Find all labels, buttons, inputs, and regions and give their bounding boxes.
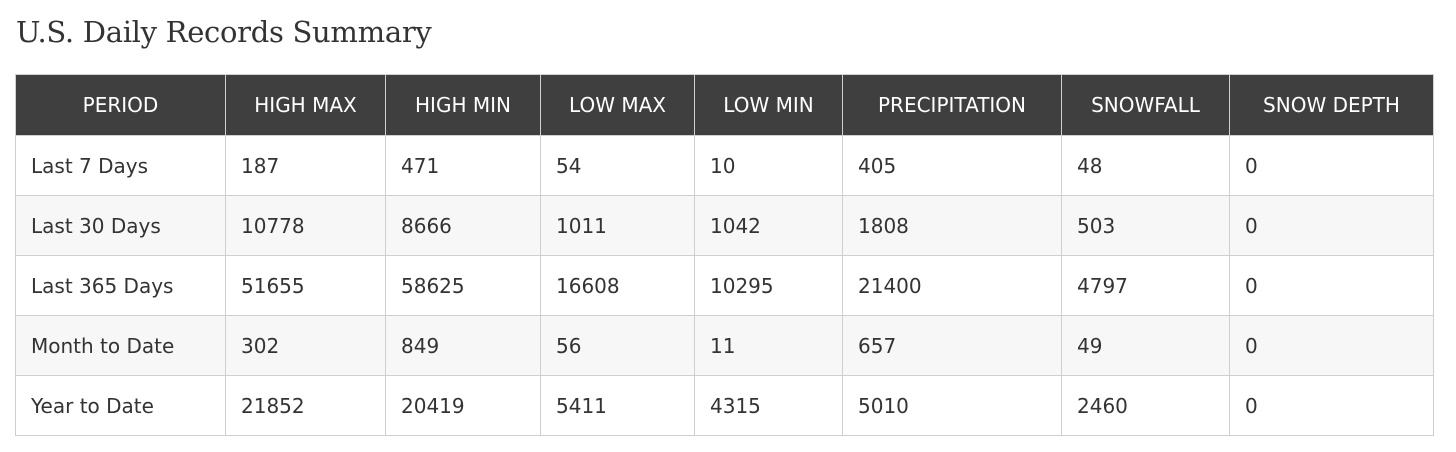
cell-snow-depth: 0 bbox=[1229, 135, 1434, 196]
cell-high-min: 471 bbox=[385, 135, 541, 196]
column-header-precipitation: PRECIPITATION bbox=[842, 74, 1062, 136]
cell-snow-depth: 0 bbox=[1229, 255, 1434, 316]
table-row: Last 365 Days 51655 58625 16608 10295 21… bbox=[15, 255, 1434, 316]
cell-low-min: 10295 bbox=[694, 255, 843, 316]
cell-low-max: 56 bbox=[540, 315, 695, 376]
cell-snowfall: 4797 bbox=[1061, 255, 1230, 316]
cell-snowfall: 49 bbox=[1061, 315, 1230, 376]
cell-precipitation: 1808 bbox=[842, 195, 1062, 256]
cell-precipitation: 5010 bbox=[842, 375, 1062, 436]
cell-snowfall: 503 bbox=[1061, 195, 1230, 256]
cell-period: Year to Date bbox=[15, 375, 226, 436]
cell-low-max: 1011 bbox=[540, 195, 695, 256]
table-row: Month to Date 302 849 56 11 657 49 0 bbox=[15, 315, 1434, 376]
cell-period: Last 365 Days bbox=[15, 255, 226, 316]
cell-low-min: 10 bbox=[694, 135, 843, 196]
cell-low-min: 4315 bbox=[694, 375, 843, 436]
table-row: Year to Date 21852 20419 5411 4315 5010 … bbox=[15, 375, 1434, 436]
cell-precipitation: 405 bbox=[842, 135, 1062, 196]
cell-precipitation: 21400 bbox=[842, 255, 1062, 316]
cell-low-min: 1042 bbox=[694, 195, 843, 256]
column-header-snowfall: SNOWFALL bbox=[1061, 74, 1230, 136]
cell-snowfall: 48 bbox=[1061, 135, 1230, 196]
cell-period: Month to Date bbox=[15, 315, 226, 376]
cell-snowfall: 2460 bbox=[1061, 375, 1230, 436]
column-header-low-min: LOW MIN bbox=[694, 74, 843, 136]
page-title: U.S. Daily Records Summary bbox=[16, 15, 432, 49]
cell-precipitation: 657 bbox=[842, 315, 1062, 376]
cell-high-min: 58625 bbox=[385, 255, 541, 316]
cell-high-max: 10778 bbox=[225, 195, 386, 256]
table-row: Last 30 Days 10778 8666 1011 1042 1808 5… bbox=[15, 195, 1434, 256]
column-header-period: PERIOD bbox=[15, 74, 226, 136]
cell-high-min: 849 bbox=[385, 315, 541, 376]
records-summary-table: PERIOD HIGH MAX HIGH MIN LOW MAX LOW MIN… bbox=[15, 74, 1434, 436]
cell-low-max: 54 bbox=[540, 135, 695, 196]
column-header-snow-depth: SNOW DEPTH bbox=[1229, 74, 1434, 136]
cell-high-min: 20419 bbox=[385, 375, 541, 436]
cell-low-max: 5411 bbox=[540, 375, 695, 436]
cell-snow-depth: 0 bbox=[1229, 375, 1434, 436]
cell-snow-depth: 0 bbox=[1229, 195, 1434, 256]
cell-period: Last 7 Days bbox=[15, 135, 226, 196]
cell-high-min: 8666 bbox=[385, 195, 541, 256]
cell-high-max: 302 bbox=[225, 315, 386, 376]
column-header-high-max: HIGH MAX bbox=[225, 74, 386, 136]
table-row: Last 7 Days 187 471 54 10 405 48 0 bbox=[15, 135, 1434, 196]
cell-high-max: 21852 bbox=[225, 375, 386, 436]
table-header-row: PERIOD HIGH MAX HIGH MIN LOW MAX LOW MIN… bbox=[15, 74, 1434, 136]
cell-high-max: 187 bbox=[225, 135, 386, 196]
cell-high-max: 51655 bbox=[225, 255, 386, 316]
cell-low-max: 16608 bbox=[540, 255, 695, 316]
cell-low-min: 11 bbox=[694, 315, 843, 376]
cell-snow-depth: 0 bbox=[1229, 315, 1434, 376]
cell-period: Last 30 Days bbox=[15, 195, 226, 256]
column-header-high-min: HIGH MIN bbox=[385, 74, 541, 136]
column-header-low-max: LOW MAX bbox=[540, 74, 695, 136]
